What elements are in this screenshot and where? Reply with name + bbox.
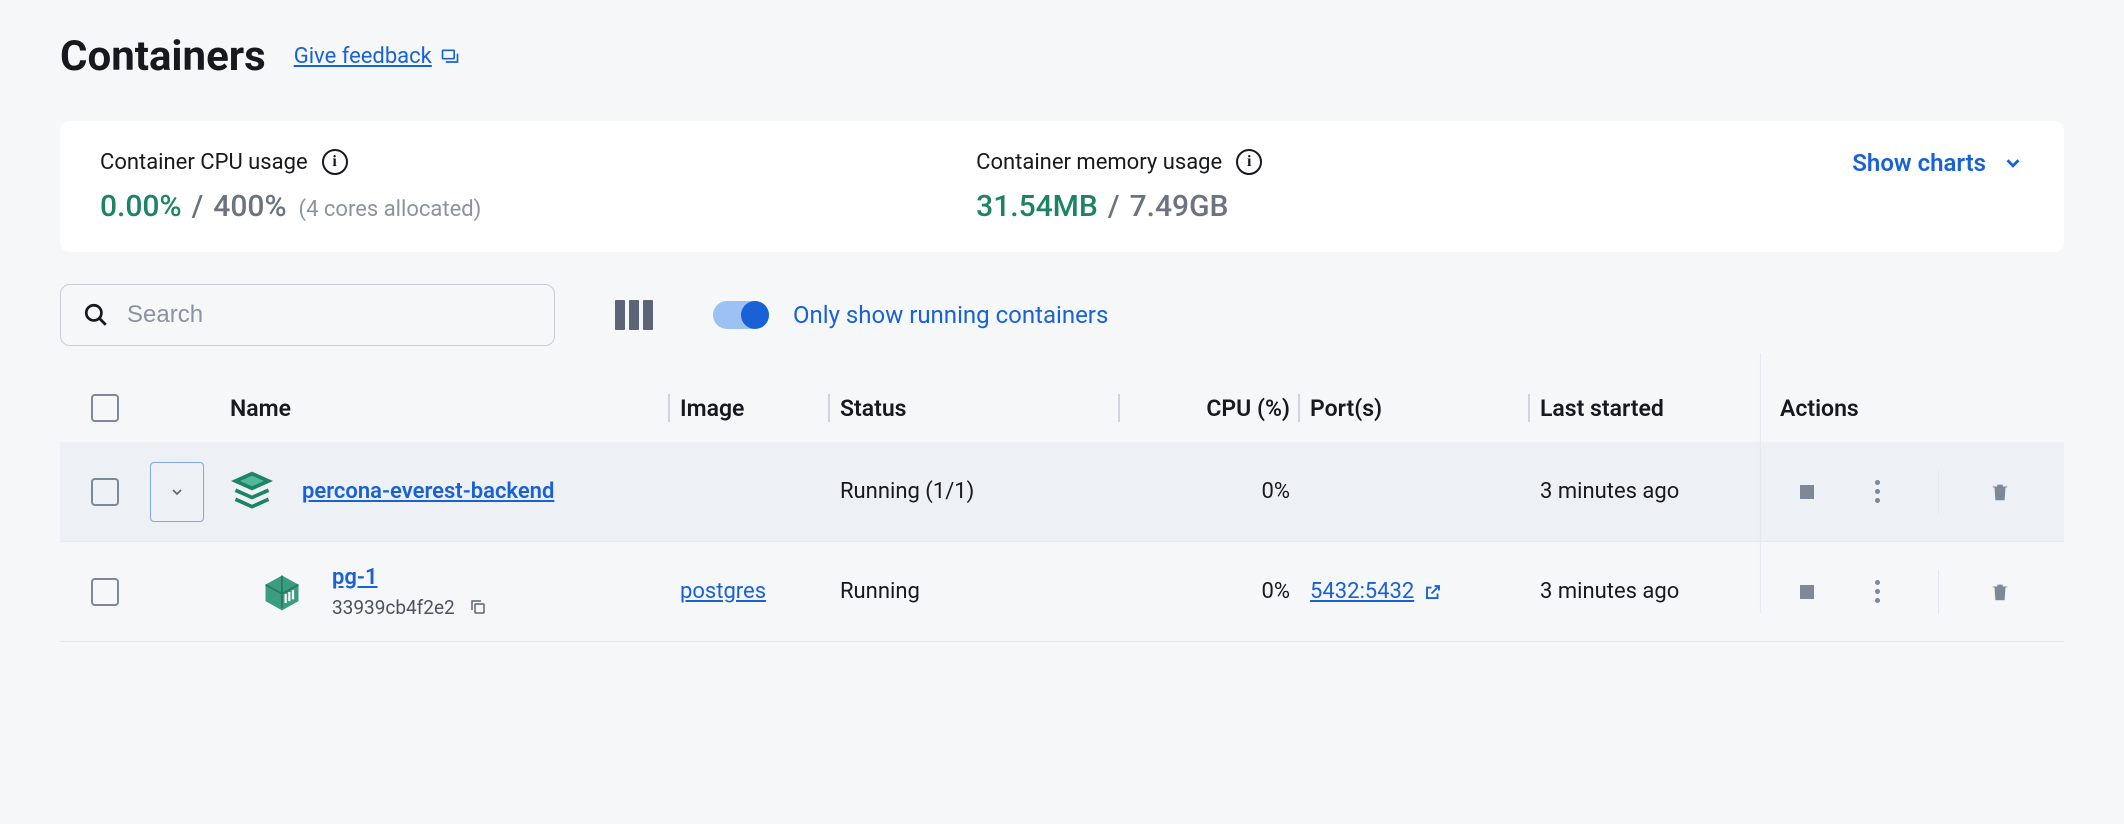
container-name-link[interactable]: pg-1	[332, 565, 378, 590]
delete-button[interactable]	[1985, 577, 2015, 607]
container-name-link[interactable]: percona-everest-backend	[302, 479, 554, 504]
cell-status: Running (1/1)	[840, 479, 1130, 504]
delete-button[interactable]	[1985, 477, 2015, 507]
search-icon	[83, 302, 109, 328]
more-button[interactable]	[1862, 577, 1892, 607]
expand-button[interactable]	[150, 462, 204, 522]
running-toggle[interactable]	[713, 301, 769, 329]
external-link-icon	[1424, 583, 1442, 601]
columns-button[interactable]	[615, 300, 653, 330]
more-icon	[1875, 580, 1880, 603]
memory-used: 31.54MB	[976, 189, 1098, 224]
show-charts-label: Show charts	[1852, 149, 1986, 177]
cpu-stat: Container CPU usage i 0.00% / 400% (4 co…	[100, 149, 976, 224]
row-checkbox[interactable]	[91, 478, 119, 506]
port-text: 5432:5432	[1310, 579, 1414, 604]
chevron-down-icon	[169, 484, 185, 500]
cpu-total: 400%	[213, 189, 286, 224]
cell-cpu: 0%	[1130, 579, 1310, 604]
stop-button[interactable]	[1792, 577, 1822, 607]
cpu-label: Container CPU usage	[100, 150, 308, 175]
chevron-down-icon	[2002, 152, 2024, 174]
memory-stat: Container memory usage i 31.54MB / 7.49G…	[976, 149, 1852, 224]
stop-icon	[1800, 585, 1814, 599]
stats-card: Container CPU usage i 0.00% / 400% (4 co…	[60, 121, 2064, 252]
cell-status: Running	[840, 579, 1130, 604]
info-icon[interactable]: i	[322, 149, 348, 175]
memory-label: Container memory usage	[976, 150, 1222, 175]
search-box[interactable]	[60, 284, 555, 346]
header-ports[interactable]: Port(s)	[1310, 395, 1540, 422]
header-status[interactable]: Status	[840, 395, 1130, 422]
show-charts-button[interactable]: Show charts	[1852, 149, 2024, 177]
port-link[interactable]: 5432:5432	[1310, 579, 1442, 604]
cpu-used: 0.00%	[100, 189, 182, 224]
cell-cpu: 0%	[1130, 479, 1310, 504]
header-image[interactable]: Image	[680, 395, 840, 422]
row-checkbox[interactable]	[91, 578, 119, 606]
trash-icon	[1989, 481, 2011, 503]
stack-icon	[230, 470, 274, 514]
cell-started: 3 minutes ago	[1540, 479, 1760, 504]
table-header: Name Image Status CPU (%) Port(s) Last s…	[60, 374, 2064, 442]
toggle-label: Only show running containers	[793, 301, 1108, 329]
cell-started: 3 minutes ago	[1540, 579, 1760, 604]
info-icon[interactable]: i	[1236, 149, 1262, 175]
feedback-icon	[440, 47, 460, 67]
memory-total: 7.49GB	[1130, 189, 1229, 224]
header-cpu[interactable]: CPU (%)	[1130, 395, 1310, 422]
stop-button[interactable]	[1792, 477, 1822, 507]
image-link[interactable]: postgres	[680, 579, 766, 604]
header-actions: Actions	[1760, 395, 2064, 422]
copy-icon[interactable]	[469, 598, 487, 616]
feedback-label: Give feedback	[294, 44, 432, 69]
more-icon	[1875, 480, 1880, 503]
header-name[interactable]: Name	[220, 395, 680, 422]
table-row[interactable]: pg-1 33939cb4f2e2 postgres Running 0% 54…	[60, 542, 2064, 642]
cpu-note: (4 cores allocated)	[299, 197, 482, 222]
container-id: 33939cb4f2e2	[332, 596, 455, 619]
page-title: Containers	[60, 32, 266, 81]
more-button[interactable]	[1862, 477, 1892, 507]
containers-table: Name Image Status CPU (%) Port(s) Last s…	[60, 374, 2064, 642]
trash-icon	[1989, 581, 2011, 603]
header-started[interactable]: Last started	[1540, 395, 1760, 422]
search-input[interactable]	[127, 301, 532, 329]
table-row[interactable]: percona-everest-backend Running (1/1) 0%…	[60, 442, 2064, 542]
container-icon	[260, 570, 304, 614]
stop-icon	[1800, 485, 1814, 499]
select-all-checkbox[interactable]	[91, 394, 119, 422]
give-feedback-link[interactable]: Give feedback	[294, 44, 460, 69]
